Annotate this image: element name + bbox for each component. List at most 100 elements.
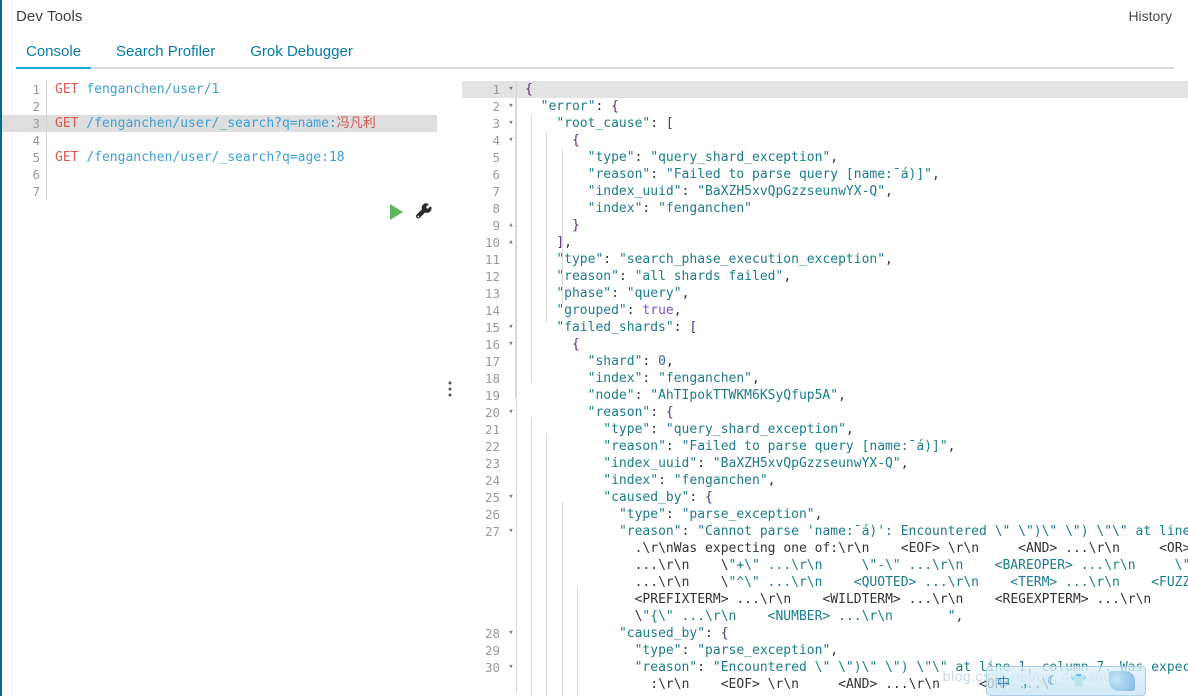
history-button[interactable]: History	[1128, 8, 1172, 24]
fold-toggle-icon[interactable]: ▾	[506, 404, 516, 421]
fold-toggle-icon[interactable]: ▾	[506, 115, 516, 132]
fold-toggle-icon[interactable]: ▾	[506, 319, 516, 336]
response-line[interactable]: 28 ▾ "caused_by": {	[462, 625, 1188, 642]
tab-grok-debugger[interactable]: Grok Debugger	[240, 43, 363, 69]
line-number: 28	[484, 626, 500, 641]
response-line[interactable]: 24 "index": "fenganchen",	[462, 472, 1188, 489]
tab-console[interactable]: Console	[16, 43, 92, 69]
line-number: 18	[484, 371, 500, 386]
fold-toggle-icon[interactable]: ▾	[506, 336, 516, 353]
fold-toggle-icon[interactable]: ▾	[506, 81, 516, 98]
response-line[interactable]: 16 ▾ {	[462, 336, 1188, 353]
fold-toggle-icon[interactable]: ▾	[506, 489, 516, 506]
response-line[interactable]: 25 ▾ "caused_by": {	[462, 489, 1188, 506]
pane-splitter[interactable]	[437, 81, 462, 696]
response-line-text: "caused_by": {	[603, 490, 713, 505]
line-number: 3	[32, 116, 40, 131]
request-query-term: 冯凡利	[336, 116, 376, 131]
response-line-text: "index_uuid": "BaXZH5xvQpGzzseunwYX-Q",	[603, 456, 909, 471]
response-line-text: "reason": "all shards failed",	[556, 269, 792, 284]
response-line[interactable]: 5 "type": "query_shard_exception",	[462, 149, 1188, 166]
response-line[interactable]: 8 "index": "fenganchen"	[462, 200, 1188, 217]
tab-search-profiler[interactable]: Search Profiler	[106, 43, 225, 69]
response-line[interactable]: 26 "type": "parse_exception",	[462, 506, 1188, 523]
request-line[interactable]: 3 GET /fenganchen/user/_search?q=name:冯凡利	[2, 115, 437, 132]
response-line[interactable]: 3 ▾ "root_cause": [	[462, 115, 1188, 132]
dev-tools-window: Dev Tools History Console Search Profiler…	[0, 0, 1188, 696]
response-line[interactable]: 20 ▾ "reason": {	[462, 404, 1188, 421]
request-line[interactable]: 2	[2, 98, 437, 115]
line-number: 21	[484, 422, 500, 437]
response-line[interactable]: 7 "index_uuid": "BaXZH5xvQpGzzseunwYX-Q"…	[462, 183, 1188, 200]
response-line[interactable]: 11 "type": "search_phase_execution_excep…	[462, 251, 1188, 268]
line-number: 7	[492, 184, 500, 199]
response-line-text: "reason": "Cannot parse 'name:¯á)': Enco…	[618, 524, 1188, 539]
response-line[interactable]: 15 ▾ "failed_shards": [	[462, 319, 1188, 336]
response-line[interactable]: 22 "reason": "Failed to parse query [nam…	[462, 438, 1188, 455]
gutter-divider	[46, 166, 47, 183]
response-line[interactable]: 27 ▾ "reason": "Cannot parse 'name:¯á)': …	[462, 523, 1188, 540]
response-line[interactable]: 14 "grouped": true,	[462, 302, 1188, 319]
line-number: 7	[32, 184, 40, 199]
fold-toggle-icon[interactable]: ▴	[506, 234, 516, 251]
response-line[interactable]: 23 "index_uuid": "BaXZH5xvQpGzzseunwYX-Q…	[462, 455, 1188, 472]
response-line[interactable]: ...\r\n \"+\" ...\r\n \"-\" ...\r\n <BAR…	[462, 557, 1188, 574]
response-line[interactable]: 18 "index": "fenganchen",	[462, 370, 1188, 387]
request-url: /fenganchen/user/_search?q=age:18	[86, 150, 345, 165]
request-line[interactable]: 1 GET fenganchen/user/1	[2, 81, 437, 98]
fold-toggle-icon[interactable]: ▾	[506, 132, 516, 149]
response-code-area[interactable]: 1 ▾ {2 ▾ "error": {3 ▾ "root_cause": [4 ▾ {5 …	[462, 81, 1188, 696]
fold-toggle-icon[interactable]: ▾	[506, 523, 516, 540]
response-line[interactable]: <PREFIXTERM> ...\r\n <WILDTERM> ...\r\n …	[462, 591, 1188, 608]
line-number: 2	[492, 99, 500, 114]
response-line[interactable]: \"{\" ...\r\n <NUMBER> ...\r\n ",	[462, 608, 1188, 625]
response-line-text: ...\r\n \"+\" ...\r\n \"-\" ...\r\n <BAR…	[634, 558, 1188, 573]
response-line-text: "failed_shards": [	[556, 320, 698, 335]
response-line[interactable]: 17 "shard": 0,	[462, 353, 1188, 370]
line-number: 4	[492, 133, 500, 148]
fold-toggle-icon[interactable]: ▴	[506, 217, 516, 234]
request-code-area[interactable]: 1 GET fenganchen/user/1 2 3 GET /fenganchen/…	[2, 81, 437, 696]
http-method: GET	[55, 150, 79, 165]
line-number: 26	[484, 507, 500, 522]
line-number: 11	[484, 252, 500, 267]
response-line[interactable]: 10 ▴ ],	[462, 234, 1188, 251]
response-line[interactable]: 6 "reason": "Failed to parse query [name…	[462, 166, 1188, 183]
response-line-text: "root_cause": [	[556, 116, 674, 131]
response-line-text: "phase": "query",	[556, 286, 690, 301]
request-line[interactable]: 6	[2, 166, 437, 183]
response-line[interactable]: 2 ▾ "error": {	[462, 98, 1188, 115]
response-line[interactable]: 29 "type": "parse_exception",	[462, 642, 1188, 659]
response-line[interactable]: 9 ▴ }	[462, 217, 1188, 234]
response-line-text: }	[571, 218, 580, 233]
request-line[interactable]: 5 GET /fenganchen/user/_search?q=age:18	[2, 149, 437, 166]
response-line[interactable]: 1 ▾ {	[462, 81, 1188, 98]
response-line-text: "index": "fenganchen",	[587, 371, 760, 386]
gutter-divider	[46, 98, 47, 115]
http-method: GET	[55, 82, 79, 97]
response-line[interactable]: :\r\n <EOF> \r\n <AND> ...\r\n <OR> ...\	[462, 676, 1188, 693]
request-line[interactable]: 7	[2, 183, 437, 200]
response-line[interactable]: 19 "node": "AhTIpokTTWKM6KSyQfup5A",	[462, 387, 1188, 404]
fold-toggle-icon[interactable]: ▾	[506, 98, 516, 115]
request-options-wrench-icon[interactable]	[415, 203, 433, 221]
request-line-text: GET /fenganchen/user/_search?q=name:冯凡利	[47, 115, 437, 132]
response-line[interactable]: 21 "type": "query_shard_exception",	[462, 421, 1188, 438]
line-number: 5	[492, 150, 500, 165]
fold-toggle-icon[interactable]: ▾	[506, 659, 516, 676]
gutter-divider	[46, 183, 47, 200]
response-line-text: "index": "fenganchen",	[603, 473, 776, 488]
line-number: 19	[484, 388, 500, 403]
response-line-text: "index_uuid": "BaXZH5xvQpGzzseunwYX-Q",	[587, 184, 893, 199]
line-number: 3	[492, 116, 500, 131]
request-line[interactable]: 4	[2, 132, 437, 149]
response-line[interactable]: 30 ▾ "reason": "Encountered \" \")\" \") …	[462, 659, 1188, 676]
run-request-play-icon[interactable]	[390, 204, 403, 220]
response-line[interactable]: 13 "phase": "query",	[462, 285, 1188, 302]
fold-toggle-icon[interactable]: ▾	[506, 625, 516, 642]
response-line[interactable]: .\r\nWas expecting one of:\r\n <EOF> \r\…	[462, 540, 1188, 557]
response-line-text: "error": {	[540, 99, 619, 114]
response-line[interactable]: ...\r\n \"^\" ...\r\n <QUOTED> ...\r\n <…	[462, 574, 1188, 591]
response-line[interactable]: 12 "reason": "all shards failed",	[462, 268, 1188, 285]
response-line[interactable]: 4 ▾ {	[462, 132, 1188, 149]
